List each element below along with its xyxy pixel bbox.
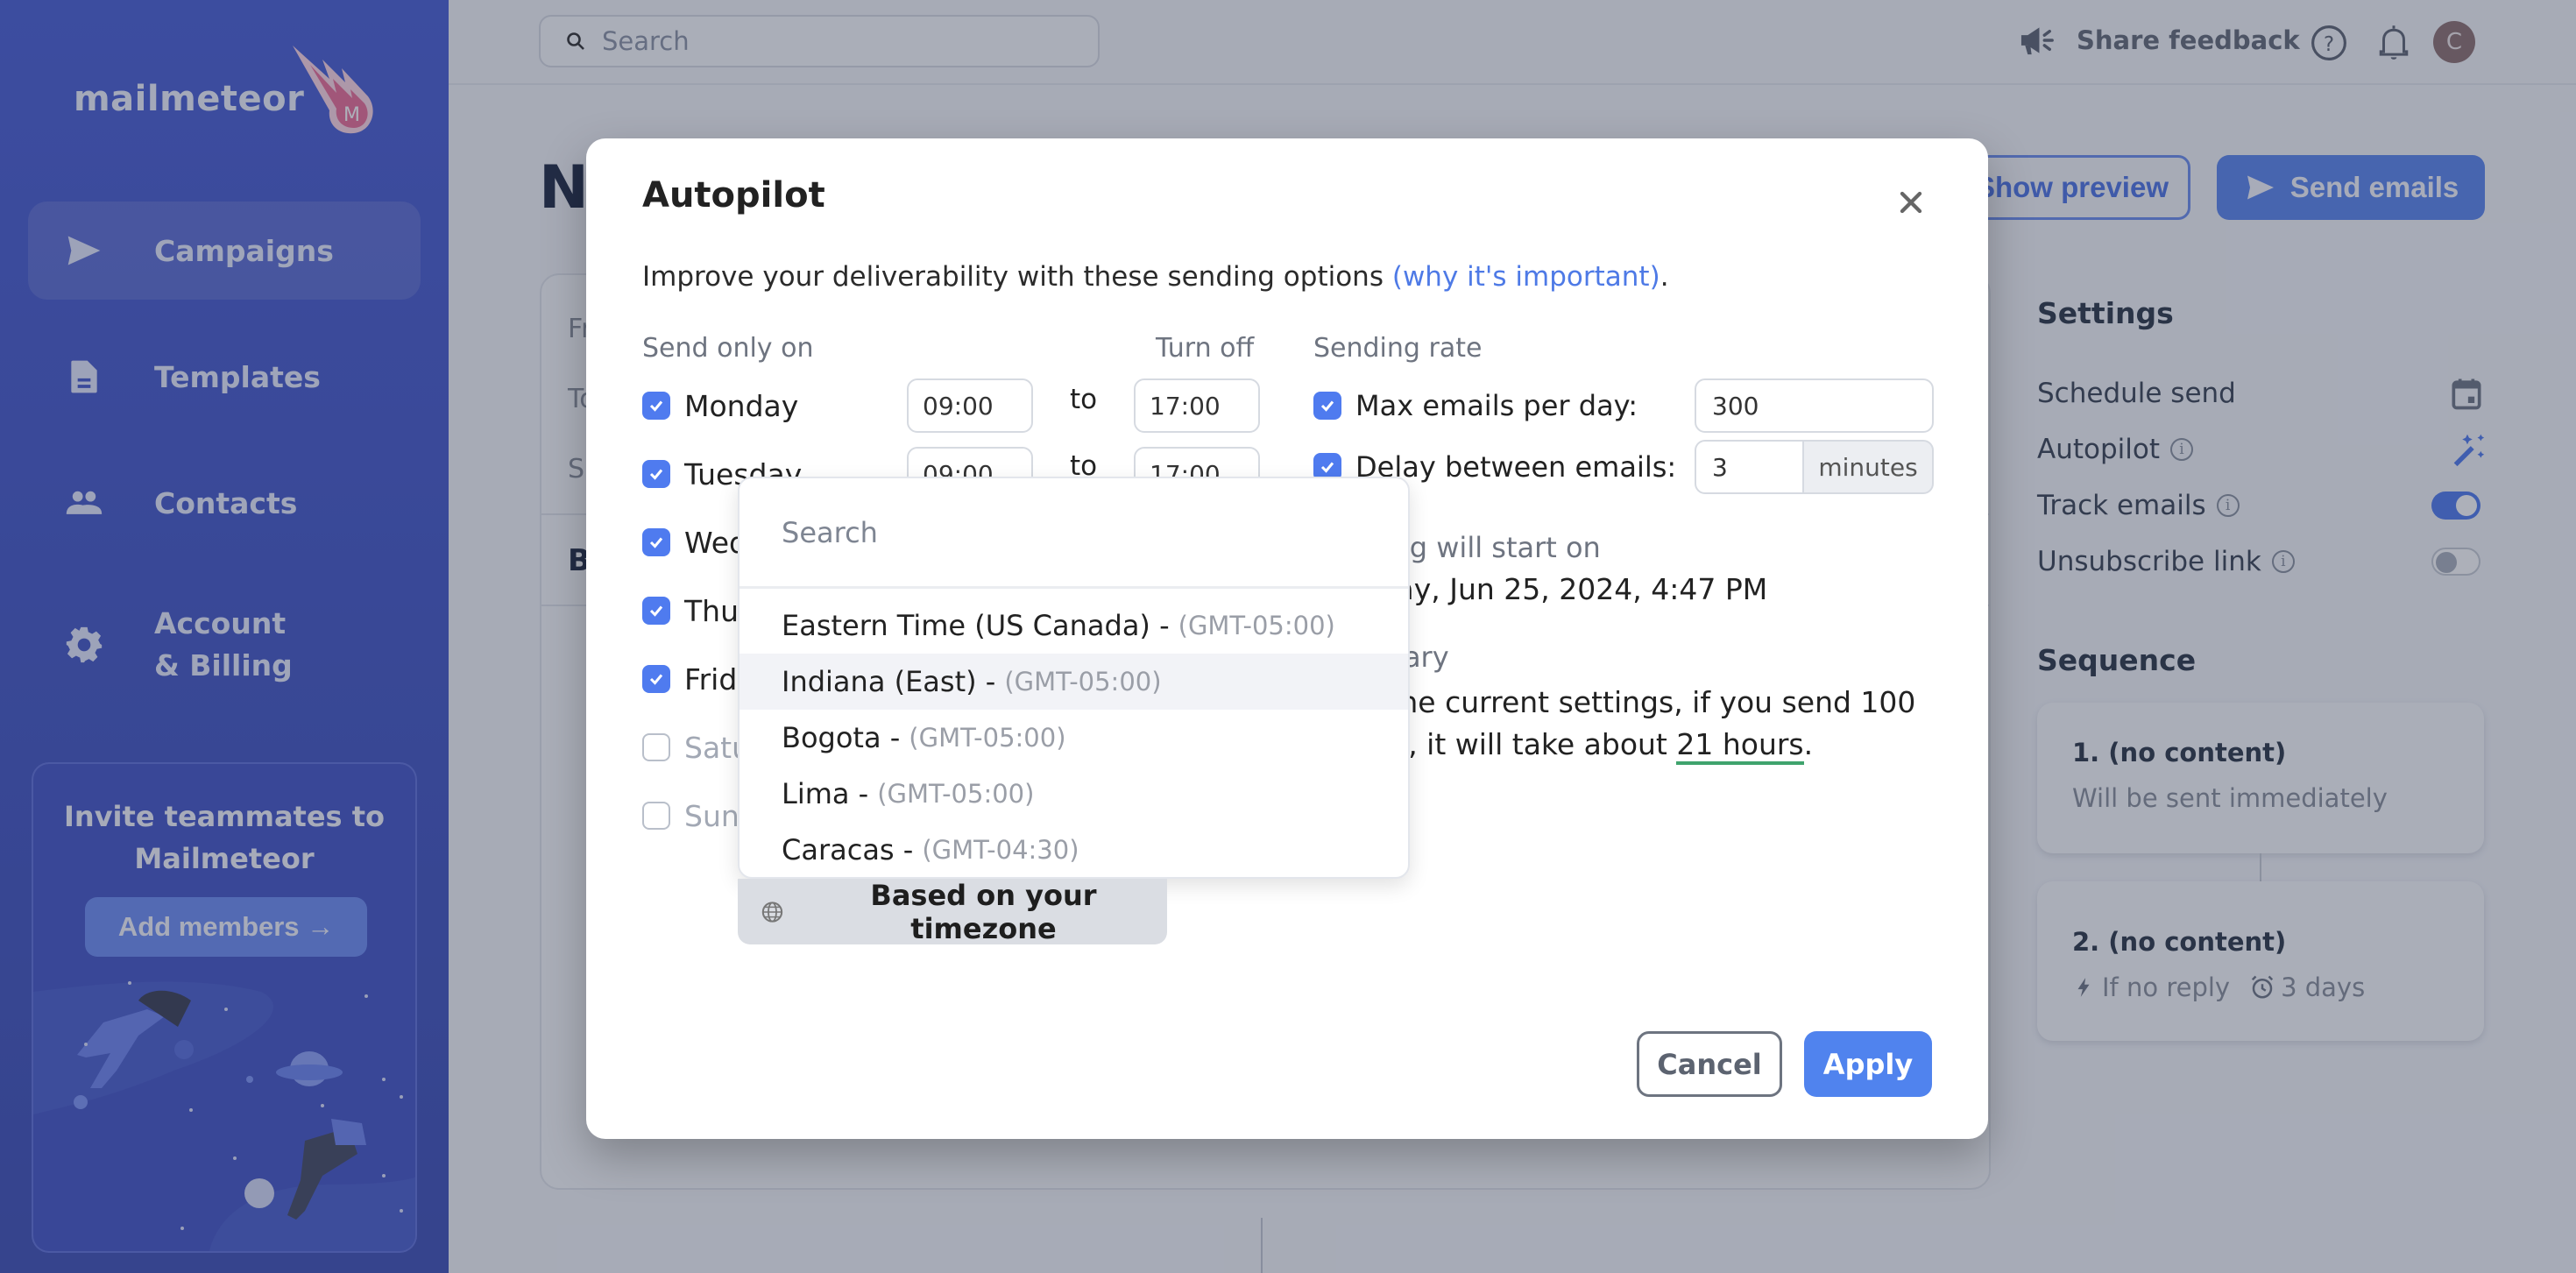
cancel-button[interactable]: Cancel — [1637, 1031, 1782, 1097]
timezone-option[interactable]: Indiana (East) - (GMT-05:00) — [740, 654, 1408, 710]
monday-end-time[interactable] — [1134, 378, 1260, 433]
turn-off-label: Turn off — [1156, 333, 1255, 364]
timezone-option[interactable]: Eastern Time (US Canada) - (GMT-05:00) — [740, 598, 1408, 654]
thursday-checkbox[interactable] — [642, 597, 670, 625]
check-icon — [649, 400, 663, 412]
saturday-checkbox[interactable] — [642, 733, 670, 761]
timezone-button[interactable]: Based on your timezone — [738, 878, 1167, 945]
check-icon — [649, 605, 663, 617]
check-icon — [649, 469, 663, 480]
max-emails-checkbox[interactable] — [1313, 392, 1341, 420]
timezone-offset: (GMT-04:30) — [922, 835, 1079, 865]
timezone-name: Indiana (East) - — [782, 665, 996, 698]
timezone-offset: (GMT-05:00) — [877, 779, 1035, 809]
wednesday-checkbox[interactable] — [642, 528, 670, 556]
timezone-dropdown: Eastern Time (US Canada) - (GMT-05:00) In… — [738, 477, 1410, 879]
timezone-offset: (GMT-05:00) — [1178, 611, 1335, 640]
check-icon — [649, 674, 663, 685]
sunday-checkbox[interactable] — [642, 802, 670, 830]
max-emails-row[interactable]: Max emails per day: — [1313, 378, 1638, 433]
timezone-option[interactable]: Bogota - (GMT-05:00) — [740, 710, 1408, 766]
modal-title: Autopilot — [642, 175, 825, 216]
timezone-search-input[interactable] — [740, 478, 1408, 589]
max-emails-label: Max emails per day: — [1355, 389, 1638, 422]
intro-end: . — [1660, 261, 1669, 293]
check-icon — [1320, 462, 1334, 473]
timezone-button-label: Based on your timezone — [870, 878, 1097, 945]
timezone-offset: (GMT-05:00) — [1004, 667, 1162, 697]
check-icon — [1320, 400, 1334, 412]
timezone-name: Lima - — [782, 777, 869, 810]
close-icon — [1900, 191, 1922, 213]
why-important-link[interactable]: (why it's important) — [1392, 261, 1660, 293]
timezone-name: Eastern Time (US Canada) - — [782, 609, 1170, 642]
monday-start-time[interactable] — [907, 378, 1033, 433]
max-emails-input[interactable] — [1695, 378, 1934, 433]
summary-duration: 21 hours — [1676, 727, 1804, 765]
apply-button[interactable]: Apply — [1804, 1031, 1932, 1097]
monday-checkbox[interactable] — [642, 392, 670, 420]
day-row-monday[interactable]: Monday — [642, 379, 798, 432]
timezone-name: Bogota - — [782, 721, 901, 754]
globe-icon — [761, 901, 783, 923]
intro-text: Improve your deliverability with these s… — [642, 261, 1392, 293]
timezone-option[interactable]: Caracas - (GMT-04:30) — [740, 822, 1408, 877]
summary-end: . — [1803, 727, 1814, 761]
modal-intro: Improve your deliverability with these s… — [642, 261, 1669, 293]
day-label: Monday — [684, 388, 799, 423]
timezone-option[interactable]: Lima - (GMT-05:00) — [740, 766, 1408, 822]
friday-checkbox[interactable] — [642, 665, 670, 693]
check-icon — [649, 537, 663, 548]
send-only-on-label: Send only on — [642, 333, 814, 364]
to-label: to — [1070, 384, 1098, 415]
sending-rate-label: Sending rate — [1313, 333, 1483, 364]
tuesday-checkbox[interactable] — [642, 460, 670, 488]
close-button[interactable] — [1892, 184, 1930, 223]
timezone-offset: (GMT-05:00) — [909, 723, 1066, 753]
timezone-name: Caracas - — [782, 833, 914, 866]
delay-unit: minutes — [1802, 440, 1934, 494]
delay-input[interactable] — [1695, 440, 1804, 494]
